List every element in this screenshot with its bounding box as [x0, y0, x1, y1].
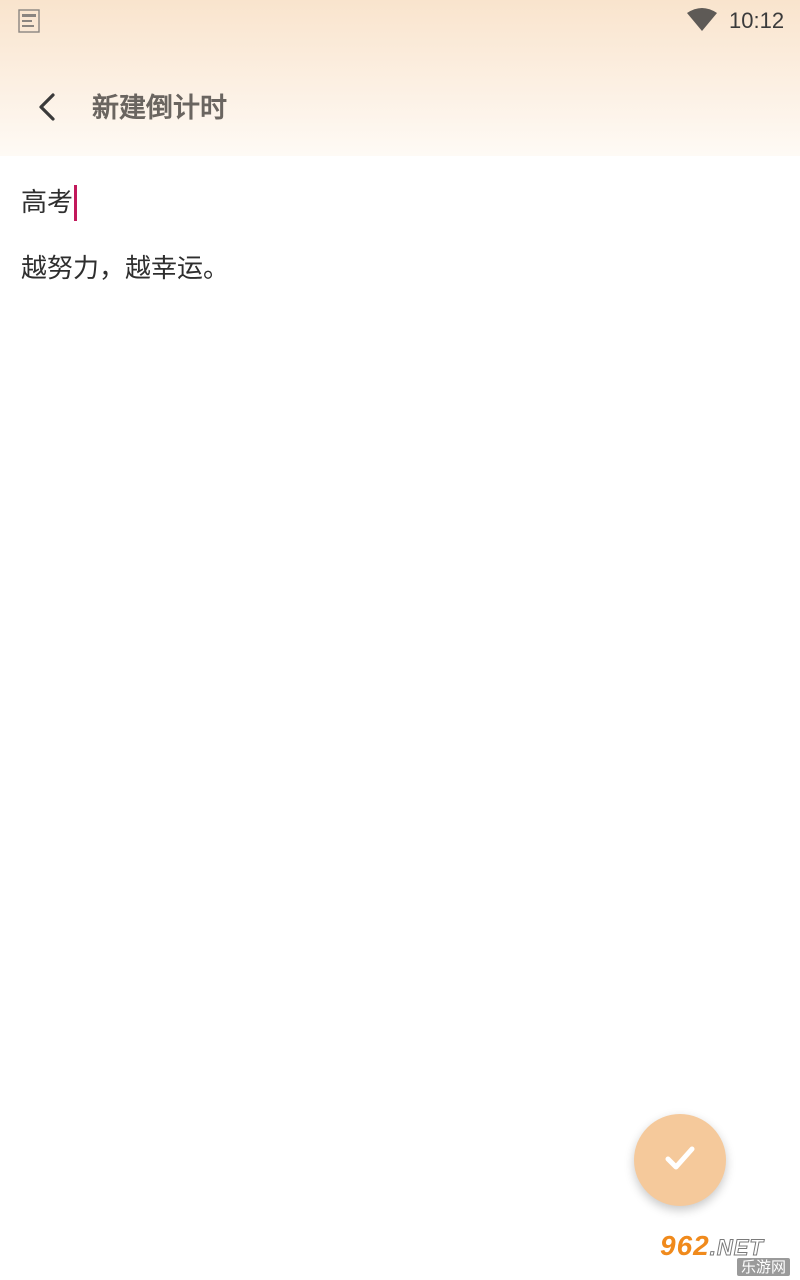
watermark-number: 962 — [660, 1230, 710, 1261]
watermark-suffix: .NET — [709, 1235, 764, 1261]
countdown-title-field[interactable]: 高考 — [21, 184, 78, 222]
confirm-button[interactable] — [634, 1114, 726, 1206]
countdown-title-input[interactable]: 高考 — [21, 184, 73, 222]
wifi-icon — [686, 8, 718, 32]
chevron-left-icon — [36, 92, 58, 126]
back-button[interactable] — [24, 86, 70, 132]
status-bar: 10:12 — [0, 0, 800, 44]
watermark-site-name: 乐游网 — [736, 1258, 790, 1276]
page-title: 新建倒计时 — [92, 93, 227, 124]
notification-icon — [18, 8, 40, 34]
site-watermark: 962.NET 乐游网 — [660, 1232, 796, 1278]
text-caret — [74, 185, 78, 221]
countdown-note-input[interactable]: 越努力，越幸运。 — [21, 250, 229, 288]
check-icon — [665, 1145, 695, 1175]
status-time: 10:12 — [729, 8, 785, 33]
